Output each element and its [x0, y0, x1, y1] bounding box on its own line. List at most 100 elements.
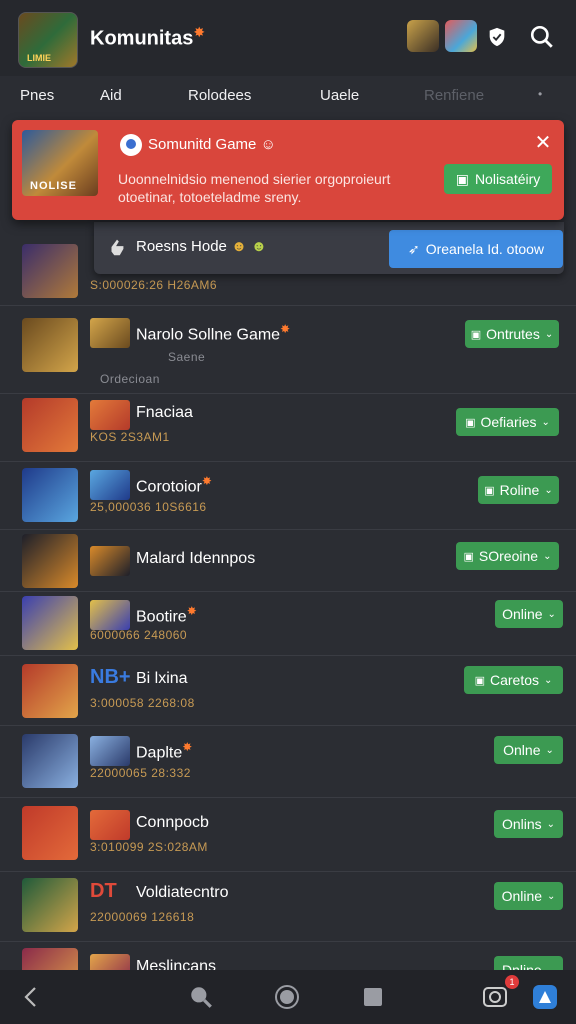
- game-thumbnail: [22, 878, 78, 932]
- status-button[interactable]: ▣ Oefiaries ⌄: [456, 408, 559, 436]
- community-avatar: [90, 600, 130, 630]
- chevron-down-icon: ⌄: [543, 550, 552, 562]
- timestamp: 22000065 28:332: [90, 766, 191, 780]
- community-title: Bi lxina: [136, 670, 188, 687]
- chevron-down-icon: ⌄: [541, 416, 550, 428]
- tab-more[interactable]: •: [538, 87, 542, 101]
- timestamp: 3:000058 2268:08: [90, 696, 195, 710]
- tab-rolodees[interactable]: Rolodees: [188, 87, 251, 104]
- spark-icon: ✸: [201, 474, 212, 488]
- spark-icon: ✸: [193, 24, 206, 40]
- community-title: Fnaciaa: [136, 404, 193, 421]
- lock-icon: ▣: [484, 484, 495, 497]
- chevron-down-icon: ⌄: [547, 890, 556, 902]
- notification-title: Somunitd Game ☺: [148, 136, 276, 153]
- tab-pnes[interactable]: Pnes: [20, 87, 54, 104]
- emoji-icon: ☻: [251, 238, 267, 255]
- lock-icon: ▣: [465, 416, 476, 429]
- camera-icon[interactable]: [480, 982, 510, 1012]
- community-title: Corotoior✸: [136, 474, 212, 496]
- status-button[interactable]: Online ⌄: [495, 600, 563, 628]
- chevron-down-icon: ⌄: [547, 608, 556, 620]
- list-item[interactable]: Fnaciaa KOS 2S3AM1 ▣ Oefiaries ⌄: [0, 394, 576, 462]
- spark-icon: ✸: [186, 604, 197, 618]
- list-item[interactable]: NB+ Bi lxina 3:000058 2268:08 ▣ Caretos ⌄: [0, 656, 576, 726]
- game-thumbnail: [22, 664, 78, 718]
- game-thumbnail: [22, 534, 78, 588]
- list-item[interactable]: Daplte✸ 22000065 28:332 Onlne ⌄: [0, 726, 576, 798]
- community-icon: [120, 134, 142, 156]
- lock-icon: ▣: [455, 170, 469, 187]
- close-icon[interactable]: ✕: [532, 132, 554, 154]
- home-icon[interactable]: [272, 982, 302, 1012]
- status-button[interactable]: ▣ Ontrutes ⌄: [465, 320, 559, 348]
- avatar[interactable]: [407, 20, 439, 52]
- community-avatar: [90, 810, 130, 840]
- community-title: Narolo Sollne Game✸: [136, 322, 291, 344]
- game-thumbnail: [22, 734, 78, 788]
- recent-apps-icon[interactable]: [358, 982, 388, 1012]
- notification-popup[interactable]: NOLISE Somunitd Game ☺ Uoonnelnidsio men…: [12, 120, 564, 220]
- list-item[interactable]: DT Voldiatecntro 22000069 126618 Online ⌄: [0, 872, 576, 942]
- spark-icon: ✸: [182, 740, 193, 754]
- game-thumbnail: [22, 596, 78, 650]
- chevron-down-icon: ⌄: [545, 744, 554, 756]
- app-logo[interactable]: LIMIE: [18, 12, 78, 68]
- timestamp: 3:010099 2S:028AM: [90, 840, 208, 854]
- tab-aid[interactable]: Aid: [100, 87, 122, 104]
- chevron-down-icon: ⌄: [544, 328, 554, 340]
- game-thumbnail: [22, 806, 78, 860]
- notification-count-badge: 1: [505, 975, 519, 989]
- bottom-nav: [0, 970, 576, 1024]
- game-thumbnail: [22, 318, 78, 372]
- game-thumbnail: [22, 244, 78, 298]
- community-avatar: [90, 736, 130, 766]
- app-title: Komunitas✸: [90, 24, 206, 50]
- secondary-notification[interactable]: Roesns Hode ☻ ☻ ➶ Oreanela Id. otoow: [94, 222, 564, 274]
- timestamp: 22000069 126618: [90, 910, 195, 924]
- emoji-icon: ☻: [231, 238, 247, 255]
- status-button[interactable]: Online ⌄: [494, 882, 563, 910]
- community-title: Daplte✸: [136, 740, 193, 762]
- search-icon[interactable]: [186, 982, 216, 1012]
- avatar[interactable]: [445, 20, 477, 52]
- lock-icon: ▣: [474, 674, 485, 687]
- send-icon: ➶: [407, 240, 420, 257]
- community-avatar: [90, 470, 130, 500]
- timestamp: KOS 2S3AM1: [90, 430, 170, 444]
- shield-icon[interactable]: [482, 22, 512, 52]
- list-item[interactable]: Narolo Sollne Game✸ Saene Ordecioan ▣ Ontrut…: [0, 306, 576, 394]
- game-thumbnail: [22, 468, 78, 522]
- tab-renfiene[interactable]: Renfiene: [424, 87, 484, 104]
- notification-body: Uoonnelnidsio menenod sierier orgoproieu…: [118, 171, 391, 205]
- status-button[interactable]: Onlins ⌄: [494, 810, 563, 838]
- community-avatar: [90, 400, 130, 430]
- chevron-down-icon: ⌄: [546, 818, 556, 830]
- tab-bar: Pnes Aid Rolodees Uaele Renfiene •: [0, 76, 576, 118]
- status-button[interactable]: ▣ SOreoine ⌄: [456, 542, 559, 570]
- secondary-notification-title: Roesns Hode ☻ ☻: [136, 238, 267, 255]
- search-icon[interactable]: [527, 22, 557, 52]
- community-title: Voldiatecntro: [136, 884, 229, 901]
- list-item[interactable]: Bootire✸ 6000066 248060 Online ⌄: [0, 592, 576, 656]
- community-title: Malard Idennpos: [136, 550, 256, 567]
- lock-icon: ▣: [470, 328, 482, 341]
- back-icon[interactable]: [16, 982, 46, 1012]
- secondary-action-button[interactable]: ➶ Oreanela Id. otoow: [389, 230, 563, 268]
- notification-action-button[interactable]: ▣ Nolisatéiry: [444, 164, 552, 194]
- status-button[interactable]: Onlne ⌄: [494, 736, 563, 764]
- logo-lettering: LIMIE: [27, 53, 51, 63]
- list-item[interactable]: Connpocb 3:010099 2S:028AM Onlins ⌄: [0, 798, 576, 872]
- tab-uaele[interactable]: Uaele: [320, 87, 359, 104]
- status-button[interactable]: ▣ Caretos ⌄: [464, 666, 563, 694]
- community-avatar: [90, 318, 130, 348]
- timestamp: S:000026:26 H26AM6: [90, 278, 218, 292]
- list-item[interactable]: Corotoior✸ 25,000036 10S6616 ▣ Roline ⌄: [0, 462, 576, 530]
- timestamp: 25,000036 10S6616: [90, 500, 207, 514]
- list-item[interactable]: Malard Idennpos ▣ SOreoine ⌄: [0, 530, 576, 592]
- community-avatar: DT: [90, 880, 117, 902]
- status-button[interactable]: ▣ Roline ⌄: [478, 476, 559, 504]
- emoji-icon: ☺: [260, 136, 276, 153]
- subtitle: Ordecioan: [100, 372, 160, 386]
- app-shortcut-icon[interactable]: [530, 982, 560, 1012]
